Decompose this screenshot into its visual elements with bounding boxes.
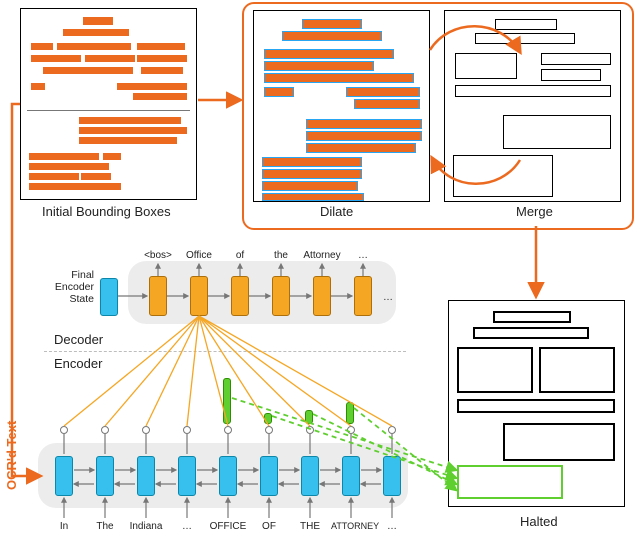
dec-tok-4: [313, 276, 331, 316]
enc-tok-0: [55, 456, 73, 496]
enc-node-7: [347, 426, 355, 434]
enc-lbl-7: ATTORNEY: [331, 521, 371, 531]
enc-lbl-2: Indiana: [126, 521, 166, 532]
enc-node-5: [265, 426, 273, 434]
enc-tok-7: [342, 456, 360, 496]
enc-tok-2: [137, 456, 155, 496]
dec-lbl-5: …: [343, 250, 383, 261]
enc-lbl-0: In: [44, 521, 84, 532]
label-ocr: OCR'd Text: [4, 400, 19, 490]
panel-initial: [20, 8, 197, 200]
enc-lbl-8: …: [372, 521, 412, 532]
label-final-encoder-state: Final Encoder State: [48, 269, 94, 305]
enc-tok-3: [178, 456, 196, 496]
panel-halted: [448, 300, 625, 507]
panel-merge: [444, 10, 621, 202]
dec-lbl-1: Office: [179, 250, 219, 261]
dec-tok-0: [149, 276, 167, 316]
panel-dilate: [253, 10, 430, 202]
attn-bar-0: [223, 378, 231, 424]
enc-tok-8: [383, 456, 401, 496]
enc-node-0: [60, 426, 68, 434]
dec-lbl-2: of: [220, 250, 260, 261]
dec-tok-1: [190, 276, 208, 316]
fes-l1: Final: [71, 269, 94, 281]
enc-lbl-1: The: [85, 521, 125, 532]
enc-lbl-4: OFFICE: [208, 521, 248, 532]
label-initial: Initial Bounding Boxes: [42, 204, 171, 219]
final-encoder-state-block: [100, 278, 118, 316]
label-decoder: Decoder: [54, 332, 103, 347]
enc-node-3: [183, 426, 191, 434]
enc-node-6: [306, 426, 314, 434]
dec-tok-3: [272, 276, 290, 316]
label-halted: Halted: [520, 514, 558, 529]
enc-lbl-5: OF: [249, 521, 289, 532]
label-encoder: Encoder: [54, 356, 102, 371]
halted-selected-region: [457, 465, 563, 499]
enc-node-1: [101, 426, 109, 434]
fes-l2: Encoder: [55, 281, 94, 293]
fes-l3: State: [69, 293, 94, 305]
enc-node-2: [142, 426, 150, 434]
enc-node-4: [224, 426, 232, 434]
enc-tok-1: [96, 456, 114, 496]
diagram-stage: Initial Bounding Boxes Dilate Merge: [0, 0, 640, 542]
label-merge: Merge: [516, 204, 553, 219]
attn-bar-1: [264, 413, 272, 424]
enc-tok-5: [260, 456, 278, 496]
dec-lbl-3: the: [261, 250, 301, 261]
enc-dec-divider: [44, 351, 406, 352]
enc-node-8: [388, 426, 396, 434]
dec-lbl-0: <bos>: [138, 250, 178, 261]
enc-lbl-3: …: [167, 521, 207, 532]
label-dilate: Dilate: [320, 204, 353, 219]
attn-bar-2: [305, 410, 313, 424]
enc-tok-4: [219, 456, 237, 496]
dec-ell: …: [368, 292, 408, 303]
enc-tok-6: [301, 456, 319, 496]
enc-lbl-6: THE: [290, 521, 330, 532]
dec-tok-2: [231, 276, 249, 316]
attn-bar-3: [346, 402, 354, 424]
dec-lbl-4: Attorney: [302, 250, 342, 261]
